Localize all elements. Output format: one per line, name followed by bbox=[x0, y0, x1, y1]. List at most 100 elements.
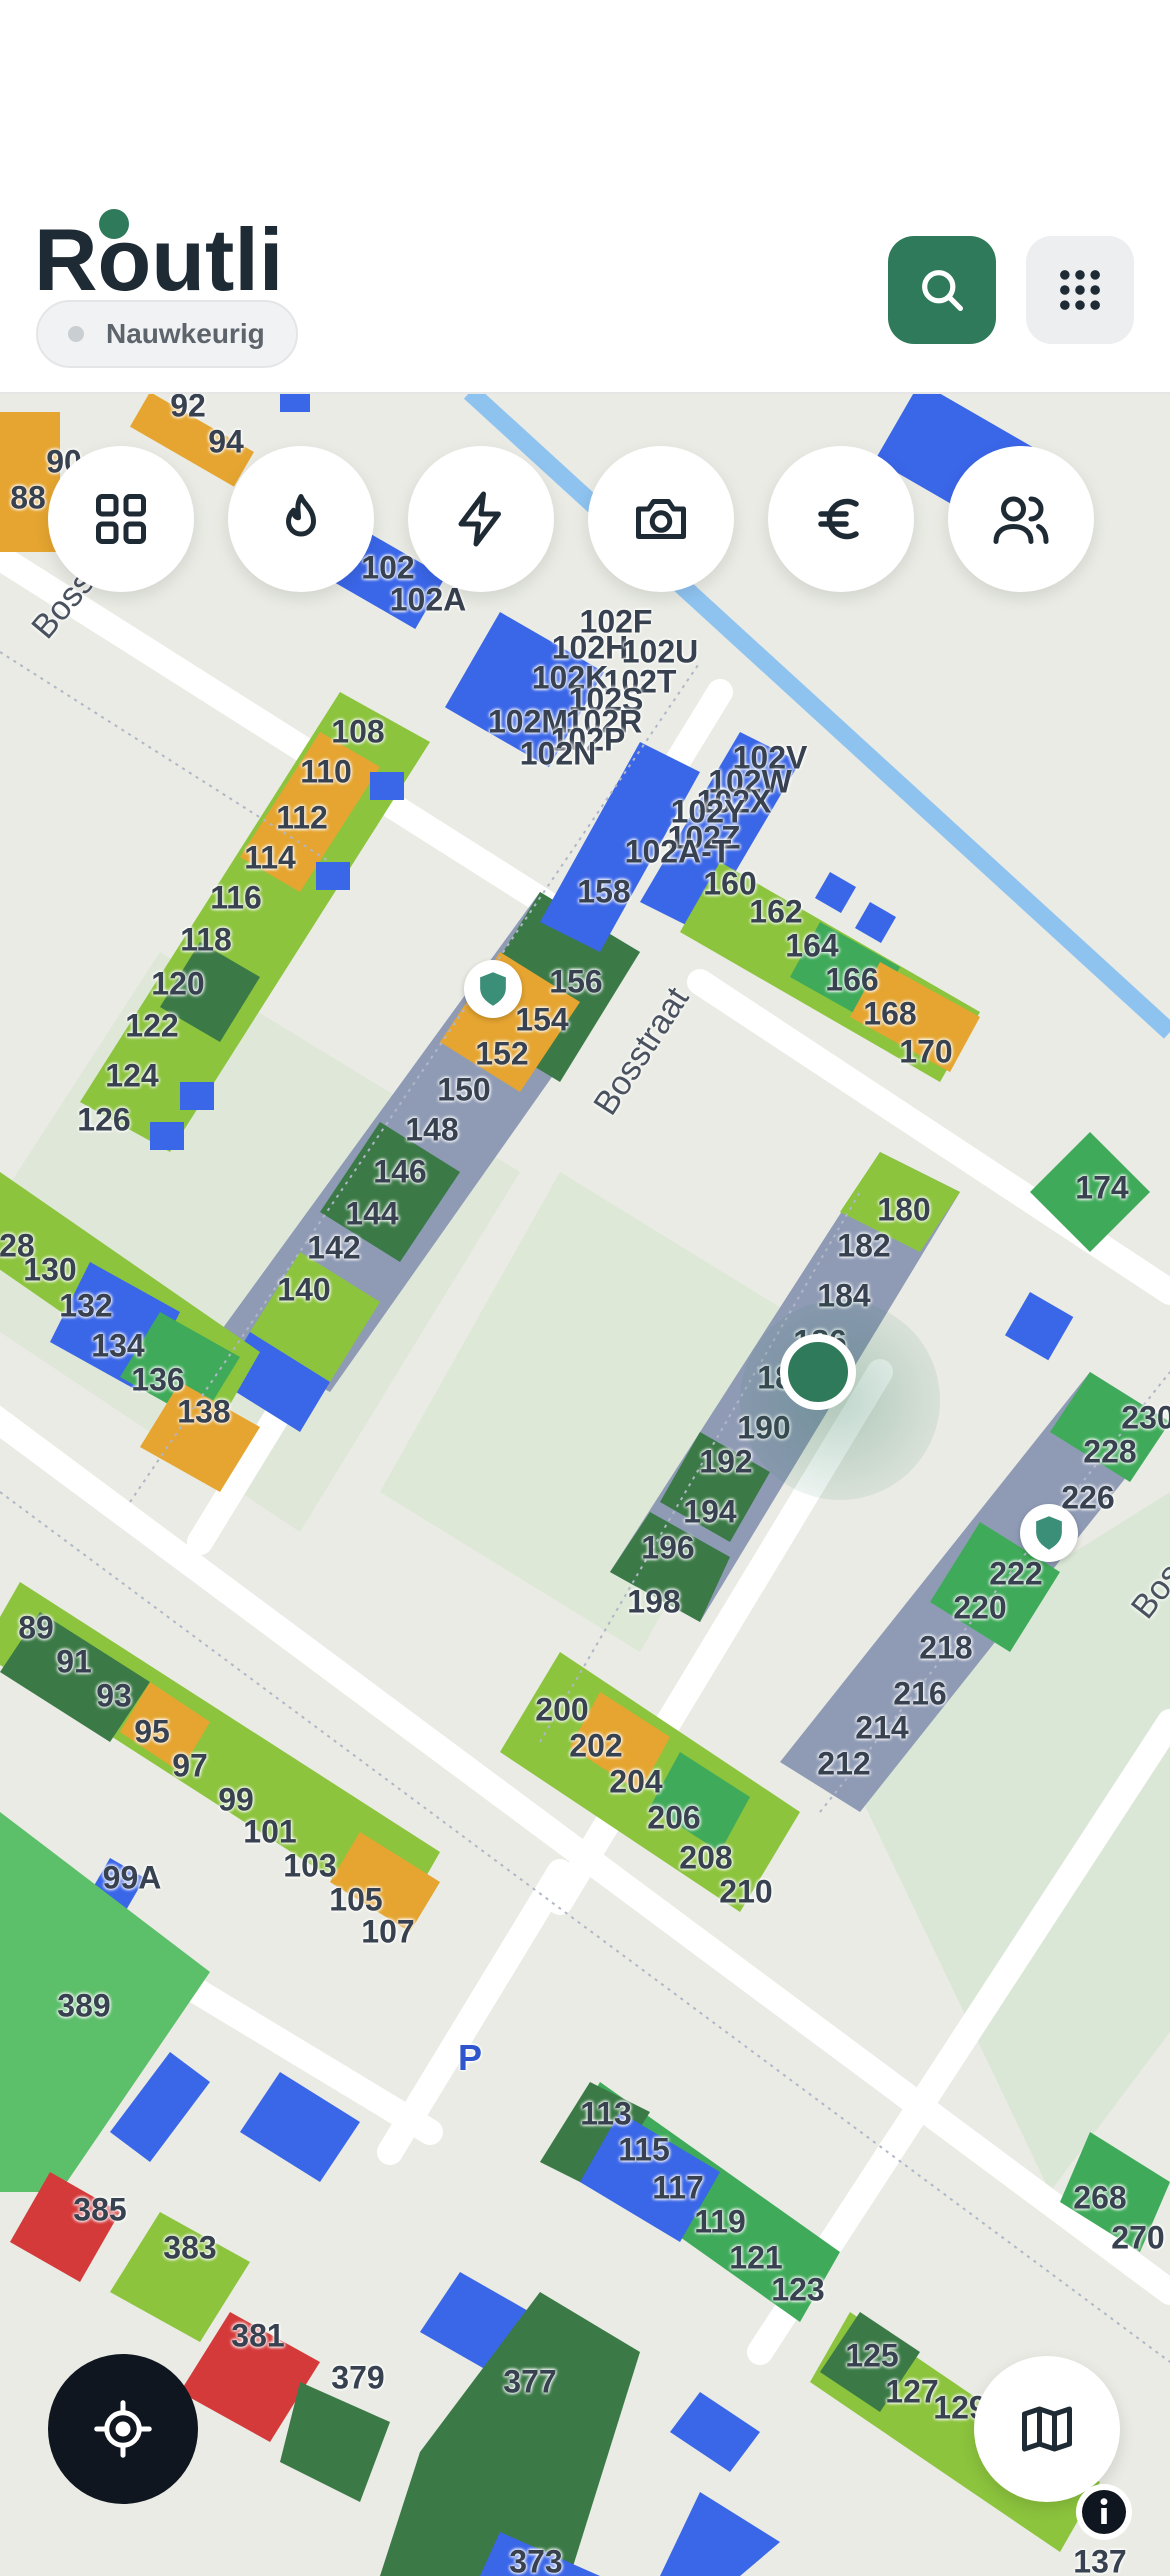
house-number: 212 bbox=[817, 1745, 871, 1782]
house-number: 125 bbox=[845, 2337, 899, 2374]
category-gas-button[interactable] bbox=[228, 446, 374, 592]
house-number: 120 bbox=[151, 965, 205, 1002]
category-camera-button[interactable] bbox=[588, 446, 734, 592]
house-number: 170 bbox=[899, 1033, 953, 1070]
shield-marker[interactable] bbox=[464, 960, 522, 1018]
house-number: 88 bbox=[10, 479, 46, 516]
house-number: 162 bbox=[749, 893, 803, 930]
house-number: 154 bbox=[515, 1001, 569, 1038]
map-view[interactable]: 92 94 90 88 102A 102 102F 102H 102U 102K… bbox=[0, 392, 1170, 2576]
house-number: 216 bbox=[893, 1675, 947, 1712]
flame-icon bbox=[286, 494, 316, 537]
locate-me-button[interactable] bbox=[48, 2354, 198, 2504]
dots-grid-icon bbox=[1060, 270, 1100, 310]
house-number: 218 bbox=[919, 1629, 973, 1666]
house-number: 102N bbox=[519, 735, 597, 772]
info-icon bbox=[1082, 2490, 1126, 2534]
house-number: 222 bbox=[989, 1555, 1043, 1592]
house-number: 146 bbox=[373, 1153, 427, 1190]
house-number: 94 bbox=[208, 423, 244, 460]
routli-logo[interactable]: Routli bbox=[34, 206, 294, 300]
house-number: 103 bbox=[283, 1847, 337, 1884]
house-number: 202 bbox=[569, 1727, 623, 1764]
search-button[interactable] bbox=[888, 236, 996, 344]
house-number: 206 bbox=[647, 1799, 701, 1836]
house-number: 268 bbox=[1073, 2179, 1127, 2216]
house-number: 379 bbox=[331, 2359, 385, 2396]
house-number: 166 bbox=[825, 961, 879, 998]
house-number: 194 bbox=[683, 1493, 737, 1530]
house-number: 214 bbox=[855, 1709, 909, 1746]
house-number: 95 bbox=[134, 1713, 170, 1750]
house-number: 144 bbox=[345, 1195, 399, 1232]
house-number: 182 bbox=[837, 1227, 891, 1264]
house-number: 118 bbox=[180, 921, 232, 958]
house-number: 130 bbox=[23, 1251, 77, 1288]
house-number: 92 bbox=[170, 392, 206, 424]
house-number: 122 bbox=[125, 1007, 179, 1044]
house-number: 158 bbox=[577, 873, 631, 910]
grid-icon bbox=[96, 494, 146, 544]
shield-icon bbox=[480, 972, 506, 1006]
apps-menu-button[interactable] bbox=[1026, 236, 1134, 344]
house-number: 210 bbox=[719, 1873, 773, 1910]
accuracy-label: Nauwkeurig bbox=[106, 318, 265, 349]
house-number: 97 bbox=[172, 1747, 208, 1784]
house-number: 208 bbox=[679, 1839, 733, 1876]
category-people-button[interactable] bbox=[948, 446, 1094, 592]
house-number: 102 bbox=[361, 549, 415, 586]
logo-text: Routli bbox=[34, 210, 283, 300]
house-number: 198 bbox=[627, 1583, 681, 1620]
house-number: 192 bbox=[699, 1443, 753, 1480]
house-number: 204 bbox=[609, 1763, 663, 1800]
crosshair-icon bbox=[94, 2400, 152, 2458]
category-electricity-button[interactable] bbox=[408, 446, 554, 592]
house-number: 99A bbox=[102, 1859, 162, 1896]
house-number: 168 bbox=[863, 995, 917, 1032]
shield-marker[interactable] bbox=[1020, 1504, 1078, 1562]
category-all-button[interactable] bbox=[48, 446, 194, 592]
search-icon bbox=[922, 270, 964, 312]
accuracy-dot bbox=[68, 326, 84, 342]
house-number: 377 bbox=[503, 2363, 557, 2400]
lightning-icon bbox=[458, 491, 501, 547]
house-number: 196 bbox=[641, 1529, 695, 1566]
header: Routli Nauwkeurig bbox=[0, 0, 1170, 394]
house-number: 108 bbox=[331, 713, 385, 750]
house-number: 117 bbox=[652, 2169, 704, 2206]
house-number: 373 bbox=[509, 2543, 563, 2576]
house-number: 115 bbox=[618, 2131, 670, 2168]
info-button[interactable] bbox=[1076, 2484, 1132, 2540]
house-number: 124 bbox=[105, 1057, 159, 1094]
category-price-button[interactable] bbox=[768, 446, 914, 592]
house-number: 142 bbox=[307, 1229, 361, 1266]
house-number: 116 bbox=[210, 879, 262, 916]
users-icon bbox=[993, 496, 1049, 544]
house-number: 200 bbox=[535, 1691, 589, 1728]
house-number: 138 bbox=[177, 1393, 231, 1430]
map-layers-button[interactable] bbox=[974, 2356, 1120, 2502]
shield-icon bbox=[1036, 1516, 1062, 1550]
house-number: 226 bbox=[1061, 1479, 1115, 1516]
house-number: 132 bbox=[59, 1287, 113, 1324]
house-number: 230 bbox=[1121, 1399, 1170, 1436]
house-number: 156 bbox=[549, 963, 603, 1000]
euro-icon bbox=[818, 498, 859, 540]
house-number: 127 bbox=[885, 2373, 939, 2410]
house-number: 107 bbox=[361, 1913, 415, 1950]
house-number: 89 bbox=[18, 1609, 54, 1646]
house-number: 119 bbox=[694, 2203, 746, 2240]
house-number: 113 bbox=[580, 2095, 632, 2132]
house-number: 220 bbox=[953, 1589, 1007, 1626]
house-number: 270 bbox=[1111, 2219, 1165, 2256]
house-number: 110 bbox=[300, 753, 352, 790]
logo-pin-icon bbox=[99, 209, 129, 239]
map-icon bbox=[1022, 2406, 1072, 2452]
house-number: 152 bbox=[475, 1035, 529, 1072]
house-number: 126 bbox=[77, 1101, 131, 1138]
house-number: 137 bbox=[1073, 2543, 1127, 2576]
house-number: 123 bbox=[771, 2271, 825, 2308]
camera-icon bbox=[636, 499, 686, 539]
house-number: 93 bbox=[96, 1677, 132, 1714]
parking-label: P bbox=[457, 2037, 483, 2078]
